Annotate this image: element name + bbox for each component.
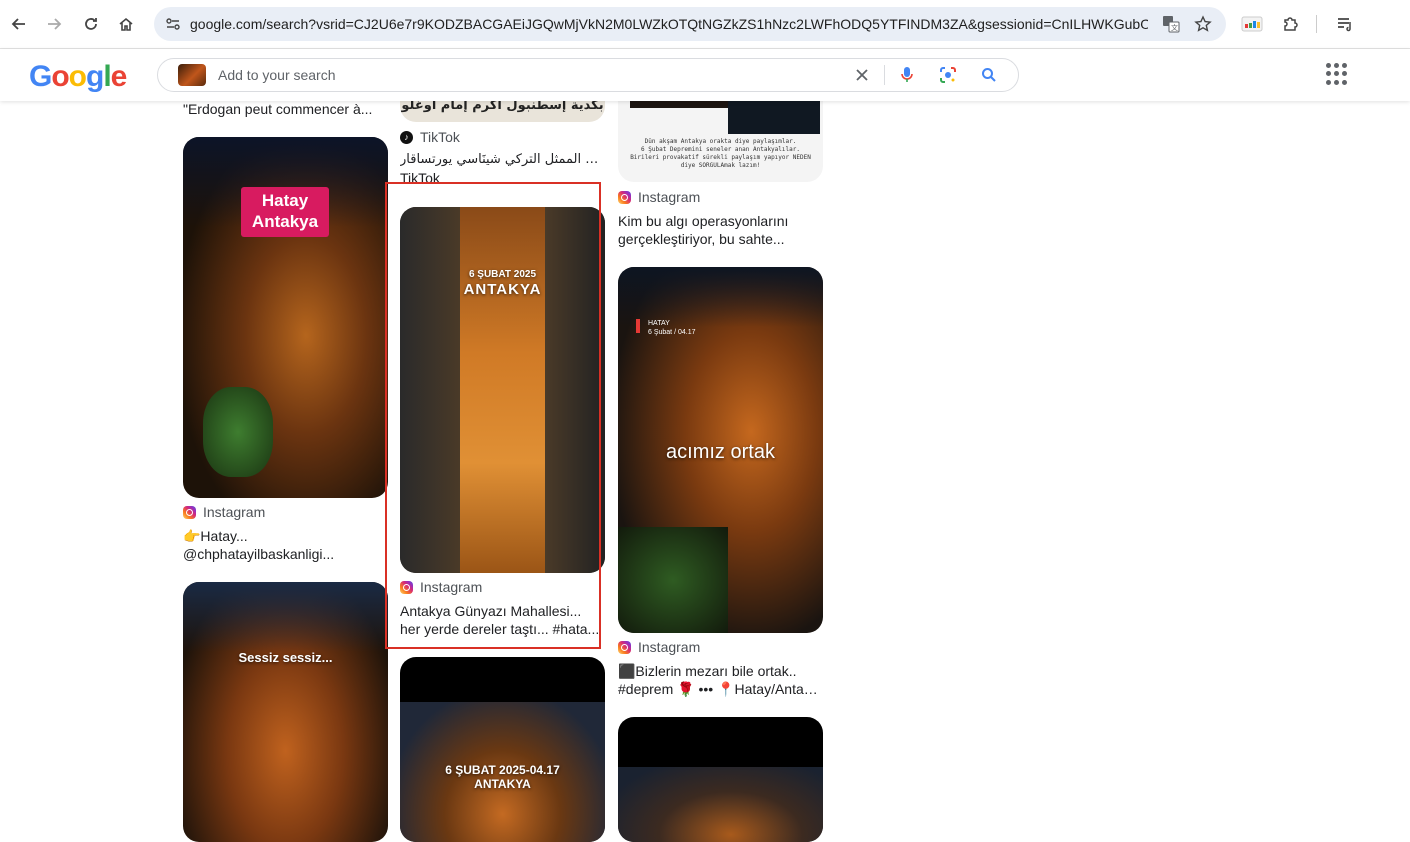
extensions-puzzle-icon[interactable]: [1279, 12, 1303, 36]
result-caption[interactable]: 👉Hatay... @chphatayilbaskanligi...: [183, 527, 388, 563]
reload-icon[interactable]: [77, 10, 105, 38]
result-image-acimiz-ortak[interactable]: HATAY 6 Şubat / 04.17 acımız ortak: [618, 267, 823, 633]
clear-icon[interactable]: [850, 63, 874, 87]
result-image-hatay-antakya[interactable]: Hatay Antakya: [183, 137, 388, 498]
back-icon[interactable]: [5, 10, 33, 38]
result-source[interactable]: ♪ TikTok: [400, 129, 460, 145]
browser-toolbar: google.com/search?vsrid=CJ2U6e7r9KODZBAC…: [0, 0, 1410, 49]
result-image-street-night[interactable]: [618, 717, 823, 842]
google-apps-icon[interactable]: [1326, 63, 1348, 85]
result-image-sessiz[interactable]: Sessiz sessiz...: [183, 582, 388, 842]
address-bar[interactable]: google.com/search?vsrid=CJ2U6e7r9KODZBAC…: [154, 7, 1226, 41]
translate-icon[interactable]: 文: [1160, 14, 1182, 34]
instagram-icon: [618, 640, 631, 654]
site-info-icon[interactable]: [162, 14, 184, 34]
overlay-label: Hatay Antakya: [241, 187, 329, 237]
lens-icon[interactable]: [936, 63, 960, 87]
result-caption[interactable]: Kim bu algı operasyonlarını gerçekleştir…: [618, 212, 823, 248]
google-header: Google Add to your search: [0, 49, 1410, 101]
instagram-icon: [618, 190, 631, 204]
toolbar-divider: [1316, 15, 1317, 33]
url-text: google.com/search?vsrid=CJ2U6e7r9KODZBAC…: [190, 16, 1148, 32]
invid-extension-icon[interactable]: [1240, 12, 1264, 36]
result-source[interactable]: Instagram: [183, 504, 265, 520]
google-logo[interactable]: Google: [29, 60, 127, 94]
result-caption[interactable]: "Erdogan peut commencer à...: [183, 100, 388, 118]
search-icon[interactable]: [977, 63, 1001, 87]
overlay-tag: HATAY 6 Şubat / 04.17: [648, 320, 696, 336]
search-box[interactable]: Add to your search: [157, 58, 1019, 92]
search-input[interactable]: Add to your search: [218, 67, 336, 83]
search-divider: [884, 65, 885, 85]
result-caption[interactable]: ⬛Bizlerin mezarı bile ortak.. #deprem 🌹 …: [618, 662, 823, 698]
overlay-tag-marker: [636, 319, 640, 333]
result-source[interactable]: Instagram: [618, 639, 700, 655]
result-image-antakya-0417[interactable]: 6 ŞUBAT 2025-04.17 ANTAKYA: [400, 657, 605, 842]
reading-list-icon[interactable]: [1333, 12, 1357, 36]
home-icon[interactable]: [112, 10, 140, 38]
forward-icon[interactable]: [40, 10, 68, 38]
result-source[interactable]: Instagram: [618, 189, 700, 205]
selection-highlight: [385, 182, 601, 649]
result-image-text-post[interactable]: Dün akşam Antakya orakta diye paylaşımla…: [618, 92, 823, 182]
search-image-thumbnail[interactable]: [178, 64, 206, 86]
microphone-icon[interactable]: [895, 63, 919, 87]
svg-text:文: 文: [1171, 23, 1178, 32]
bookmark-star-icon[interactable]: [1192, 14, 1214, 34]
instagram-icon: [183, 505, 196, 519]
tiktok-icon: ♪: [400, 130, 413, 144]
